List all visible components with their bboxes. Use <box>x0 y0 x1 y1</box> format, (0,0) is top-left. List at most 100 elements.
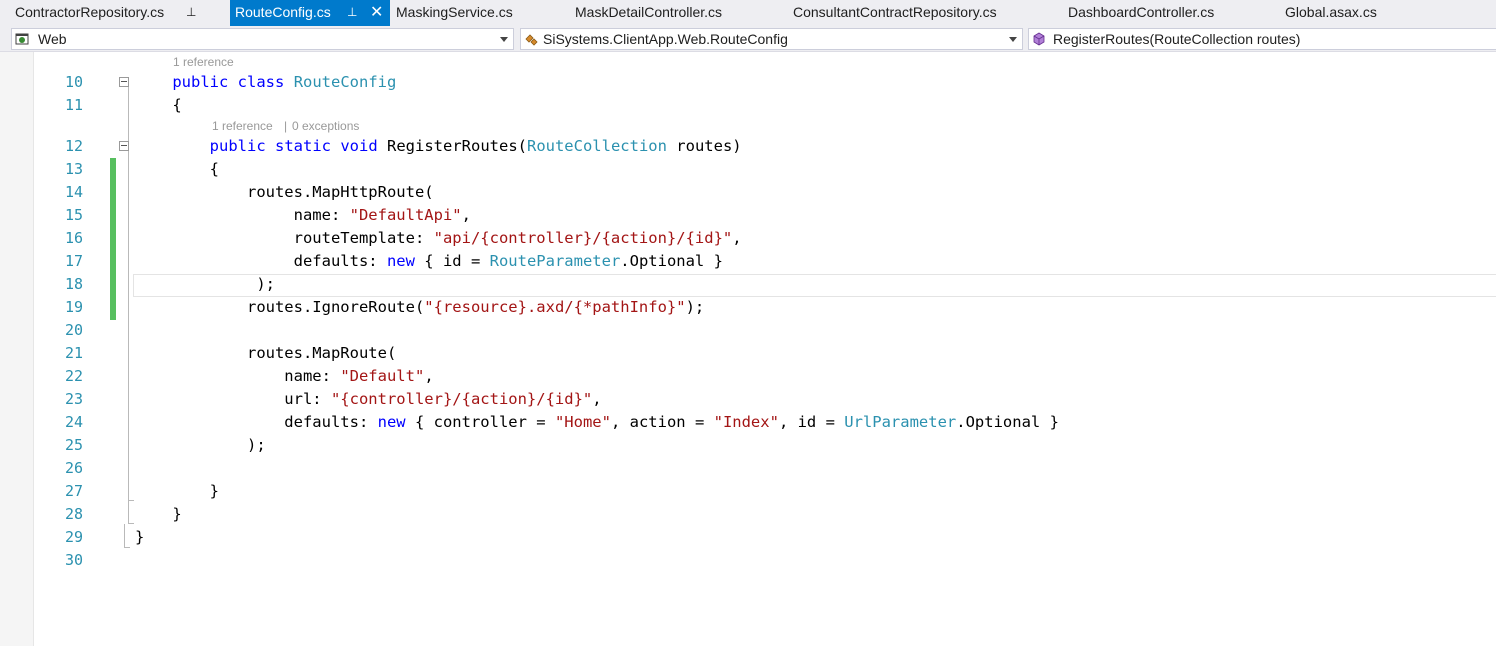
code-line[interactable]: 10 public class RouteConfig <box>0 71 1496 94</box>
close-icon[interactable]: ✕ <box>370 0 383 25</box>
code-token: { <box>135 96 182 114</box>
code-line[interactable]: 18 ); <box>0 273 1496 296</box>
code-token: url: <box>135 390 331 408</box>
line-number: 15 <box>64 206 83 224</box>
code-line[interactable]: 28 } <box>0 503 1496 526</box>
code-editor[interactable]: 1 reference 1 reference | 0 exceptions 1… <box>0 52 1496 646</box>
code-token: ); <box>135 436 266 454</box>
codelens-references[interactable]: 1 reference <box>212 119 273 133</box>
code-text: public static void RegisterRoutes(RouteC… <box>135 135 742 158</box>
code-token: ); <box>685 298 705 316</box>
tab-label: MaskDetailController.cs <box>575 4 723 20</box>
code-token: , <box>461 206 471 224</box>
code-text: routes.MapRoute( <box>135 342 396 365</box>
project-dropdown[interactable]: Web <box>11 28 514 50</box>
code-token: , <box>424 367 434 385</box>
tab-label: DashboardController.cs <box>1068 4 1215 20</box>
code-text: name: "DefaultApi", <box>135 204 471 227</box>
project-name: Web <box>38 31 67 47</box>
code-token: } <box>135 482 219 500</box>
code-text: ); <box>135 434 266 457</box>
code-token: routes.IgnoreRoute( <box>135 298 425 316</box>
type-dropdown[interactable]: SiSystems.ClientApp.Web.RouteConfig <box>520 28 1023 50</box>
line-number: 19 <box>64 298 83 316</box>
code-token: routes.MapRoute( <box>135 344 397 362</box>
code-token: } <box>135 528 145 546</box>
code-token: { controller = <box>405 413 555 431</box>
code-line[interactable]: 23 url: "{controller}/{action}/{id}", <box>0 388 1496 411</box>
code-text: routes.IgnoreRoute("{resource}.axd/{*pat… <box>135 296 704 319</box>
string-token: "{resource}.axd/{*pathInfo}" <box>424 298 686 316</box>
code-line[interactable]: 19 routes.IgnoreRoute("{resource}.axd/{*… <box>0 296 1496 319</box>
code-text: routes.MapHttpRoute( <box>135 181 434 204</box>
string-token: "Default" <box>340 367 425 385</box>
line-number: 12 <box>64 137 83 155</box>
code-token: , <box>732 229 742 247</box>
line-number: 23 <box>64 390 83 408</box>
code-text: defaults: new { id = RouteParameter.Opti… <box>135 250 723 273</box>
codelens-exceptions[interactable]: 0 exceptions <box>292 119 359 133</box>
code-line[interactable]: 29} <box>0 526 1496 549</box>
code-line[interactable]: 17 defaults: new { id = RouteParameter.O… <box>0 250 1496 273</box>
tab-label: RouteConfig.cs <box>235 4 331 20</box>
pin-icon[interactable]: ⊥ <box>347 0 357 25</box>
codelens-separator: | <box>284 119 288 133</box>
tab-label: MaskingService.cs <box>396 4 513 20</box>
code-text: routeTemplate: "api/{controller}/{action… <box>135 227 742 250</box>
keyword-token: void <box>340 137 378 155</box>
chevron-down-icon <box>500 37 508 42</box>
code-text: } <box>135 526 144 549</box>
code-token: name: <box>135 367 341 385</box>
code-line[interactable]: 30 <box>0 549 1496 572</box>
type-token: RouteConfig <box>293 73 397 91</box>
code-token: { id = <box>414 252 490 270</box>
code-line[interactable]: 14 routes.MapHttpRoute( <box>0 181 1496 204</box>
member-name: RegisterRoutes(RouteCollection routes) <box>1053 31 1301 47</box>
code-token: routeTemplate: <box>135 229 434 247</box>
class-icon <box>525 34 538 46</box>
string-token: "api/{controller}/{action}/{id}" <box>433 229 733 247</box>
code-line[interactable]: 26 <box>0 457 1496 480</box>
line-number: 21 <box>64 344 83 362</box>
line-number: 25 <box>64 436 83 454</box>
line-number: 27 <box>64 482 83 500</box>
code-text: } <box>135 503 181 526</box>
code-line[interactable]: 12 public static void RegisterRoutes(Rou… <box>0 135 1496 158</box>
member-dropdown[interactable]: RegisterRoutes(RouteCollection routes) <box>1028 28 1496 50</box>
code-line[interactable]: 13 { <box>0 158 1496 181</box>
code-token: RegisterRoutes( <box>377 137 527 155</box>
code-line[interactable]: 16 routeTemplate: "api/{controller}/{act… <box>0 227 1496 250</box>
tab-route-config[interactable]: RouteConfig.cs ⊥ ✕ <box>230 0 390 26</box>
code-line[interactable]: 21 routes.MapRoute( <box>0 342 1496 365</box>
keyword-token: class <box>237 73 285 91</box>
code-token: .Optional } <box>956 413 1059 431</box>
code-text: } <box>135 480 219 503</box>
method-icon <box>1033 32 1045 46</box>
navigation-bar: Web SiSystems.ClientApp.Web.RouteConfig … <box>0 26 1496 52</box>
code-line[interactable]: 15 name: "DefaultApi", <box>0 204 1496 227</box>
type-token: UrlParameter <box>844 413 957 431</box>
tab-label: Global.asax.cs <box>1285 4 1377 20</box>
pin-icon[interactable]: ⊥ <box>186 0 196 25</box>
code-text: name: "Default", <box>135 365 434 388</box>
code-line[interactable]: 25 ); <box>0 434 1496 457</box>
code-line[interactable]: 27 } <box>0 480 1496 503</box>
code-line[interactable]: 11 { <box>0 94 1496 117</box>
code-line[interactable]: 20 <box>0 319 1496 342</box>
line-number: 28 <box>64 505 83 523</box>
line-number: 18 <box>64 275 83 293</box>
tab-label: ConsultantContractRepository.cs <box>793 4 997 20</box>
code-token: .Optional } <box>620 252 723 270</box>
tab-contractor-repository[interactable]: ContractorRepository.cs ⊥ <box>0 0 230 26</box>
code-token: , id = <box>778 413 845 431</box>
line-number: 13 <box>64 160 83 178</box>
code-line[interactable]: 22 name: "Default", <box>0 365 1496 388</box>
codelens-references[interactable]: 1 reference <box>173 55 234 69</box>
line-number: 10 <box>64 73 83 91</box>
code-line[interactable]: 24 defaults: new { controller = "Home", … <box>0 411 1496 434</box>
code-token: { <box>135 160 219 178</box>
